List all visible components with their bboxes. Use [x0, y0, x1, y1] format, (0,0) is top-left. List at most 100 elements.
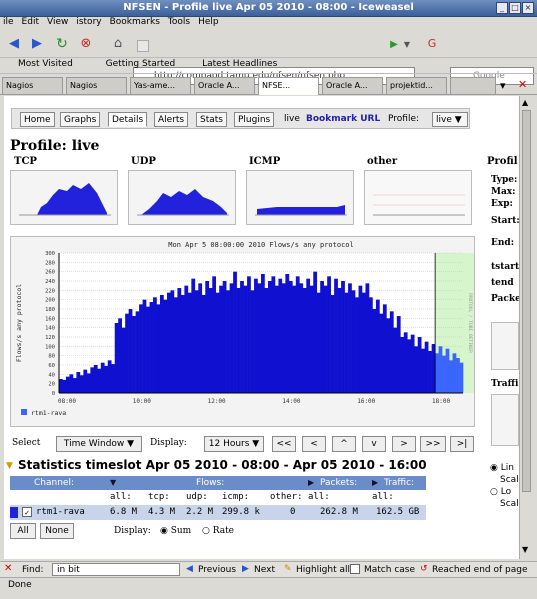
y-tick-label: 100	[45, 344, 55, 350]
radio-sum[interactable]: ◉ Sum	[160, 526, 191, 536]
traffic-toggle-icon[interactable]: ▶	[372, 478, 378, 487]
chart-bar	[72, 378, 77, 393]
vertical-scrollbar[interactable]: ▲ ▼	[519, 96, 533, 559]
display-dropdown[interactable]: 12 Hours ▼	[204, 436, 264, 452]
match-case-checkbox[interactable]	[350, 564, 360, 574]
btn-next[interactable]: >	[392, 436, 416, 452]
minimize-icon[interactable]: _	[496, 2, 508, 14]
close-icon[interactable]: ×	[522, 2, 534, 14]
tab-label: NFSE...	[262, 81, 291, 90]
chart-bar	[163, 299, 168, 393]
select-all-button[interactable]: All	[10, 523, 36, 539]
val-packets-all: 262.8 M	[320, 507, 358, 517]
tab-nfsen[interactable]: NFSE...	[258, 77, 319, 95]
menu-file[interactable]: ile	[3, 17, 14, 27]
chart-bar	[417, 337, 422, 393]
scroll-thumb[interactable]	[522, 110, 531, 492]
chart-bar	[93, 365, 98, 393]
find-next-icon[interactable]: ▶	[242, 564, 249, 574]
chart-bar	[142, 299, 147, 393]
radio-linear-scale: Scale	[500, 475, 519, 485]
thumb-tcp[interactable]	[10, 170, 118, 225]
btn-end[interactable]: >|	[450, 436, 474, 452]
find-input[interactable]: in bit	[52, 563, 180, 576]
tab-yas-ame[interactable]: Yas-ame...	[130, 77, 191, 94]
nav-graphs[interactable]: Graphs	[60, 112, 101, 127]
chart-bar	[86, 373, 91, 393]
x-tick-label: 12:00	[208, 398, 226, 405]
packets-toggle-icon[interactable]: ▶	[308, 478, 314, 487]
find-next[interactable]: Next	[254, 565, 275, 575]
dropdown-icon[interactable]: ▼	[401, 39, 413, 51]
bookmark-latest-headlines[interactable]: Latest Headlines	[202, 59, 277, 69]
tab-more[interactable]	[450, 77, 496, 94]
back-icon[interactable]: ◀	[4, 34, 24, 54]
channel-checkbox[interactable]: ✓	[22, 507, 32, 517]
nav-plugins[interactable]: Plugins	[234, 112, 275, 127]
scroll-up-icon[interactable]: ▲	[522, 98, 528, 107]
select-none-button[interactable]: None	[40, 523, 74, 539]
home-icon[interactable]: ⌂	[108, 34, 128, 54]
tab-nagios-2[interactable]: Nagios	[66, 77, 127, 94]
tab-oracle-1[interactable]: Oracle A...	[194, 77, 255, 94]
btn-prev[interactable]: <	[302, 436, 326, 452]
menu-edit[interactable]: Edit	[22, 17, 39, 27]
bookmark-star-icon[interactable]: G	[422, 34, 442, 54]
chart-bar	[128, 309, 133, 393]
menu-history[interactable]: istory	[76, 17, 101, 27]
reload-icon[interactable]: ↻	[52, 34, 72, 54]
highlight-icon[interactable]: ✎	[284, 564, 292, 574]
scale-radios: ◉ Lin Scale ○ Lo Scale	[490, 462, 519, 510]
bookmark-url-link[interactable]: Bookmark URL	[306, 114, 380, 124]
nav-home[interactable]: Home	[20, 112, 55, 127]
select-dropdown[interactable]: Time Window ▼	[56, 436, 142, 452]
menu-help[interactable]: Help	[198, 17, 219, 27]
tab-projektid[interactable]: projektid...	[386, 77, 447, 94]
maximize-icon[interactable]: □	[509, 2, 521, 14]
tab-oracle-2[interactable]: Oracle A...	[322, 77, 383, 94]
chart-bar	[285, 274, 290, 393]
menu-bookmarks[interactable]: Bookmarks	[110, 17, 160, 27]
menu-tools[interactable]: Tools	[168, 17, 190, 27]
thumb-icmp[interactable]	[246, 170, 354, 225]
bookmark-most-visited[interactable]: Most Visited	[18, 59, 73, 69]
stop-icon[interactable]: ⊗	[76, 34, 96, 54]
stats-row: ✓ rtm1-rava 6.8 M 4.3 M 2.2 M 299.8 k 0 …	[10, 505, 426, 520]
btn-first[interactable]: <<	[272, 436, 296, 452]
nav-details[interactable]: Details	[108, 112, 148, 127]
btn-down[interactable]: v	[362, 436, 386, 452]
flows-toggle-icon[interactable]: ▼	[110, 478, 116, 487]
radio-log[interactable]: ○ Lo	[490, 486, 519, 498]
btn-last[interactable]: >>	[420, 436, 446, 452]
tab-close-icon[interactable]: ✕	[518, 78, 527, 91]
thumb-other[interactable]	[364, 170, 472, 225]
chart-bar	[435, 353, 439, 393]
scroll-down-icon[interactable]: ▼	[522, 545, 528, 554]
chart-bar	[386, 318, 391, 393]
go-icon[interactable]: ▶	[388, 39, 400, 51]
channel-color-swatch	[10, 507, 18, 518]
stats-toggle-icon[interactable]: ▼	[6, 461, 13, 471]
nav-stats[interactable]: Stats	[196, 112, 227, 127]
tab-nagios-1[interactable]: Nagios	[2, 77, 63, 94]
nav-alerts[interactable]: Alerts	[154, 112, 189, 127]
radio-rate[interactable]: ○ Rate	[202, 526, 234, 536]
find-prev[interactable]: Previous	[198, 565, 236, 575]
find-close-icon[interactable]: ✕	[4, 563, 12, 574]
thumb-udp[interactable]	[128, 170, 236, 225]
menu-view[interactable]: View	[47, 17, 68, 27]
chart-bar	[233, 271, 237, 393]
radio-linear[interactable]: ◉ Lin	[490, 462, 519, 474]
tab-list-icon[interactable]: ▾	[500, 79, 506, 92]
y-tick-label: 40	[48, 372, 55, 378]
forward-icon[interactable]: ▶	[27, 34, 47, 54]
chart-bar	[348, 283, 352, 393]
side-traffic-graph	[491, 394, 519, 446]
profile-select[interactable]: live ▼	[432, 112, 468, 127]
bookmark-getting-started[interactable]: Getting Started	[106, 59, 176, 69]
legend-label: rtm1-rava	[31, 409, 66, 417]
find-highlight[interactable]: Highlight all	[296, 565, 350, 575]
chart-bar	[292, 285, 297, 393]
btn-up[interactable]: ^	[332, 436, 356, 452]
find-prev-icon[interactable]: ◀	[186, 564, 193, 574]
